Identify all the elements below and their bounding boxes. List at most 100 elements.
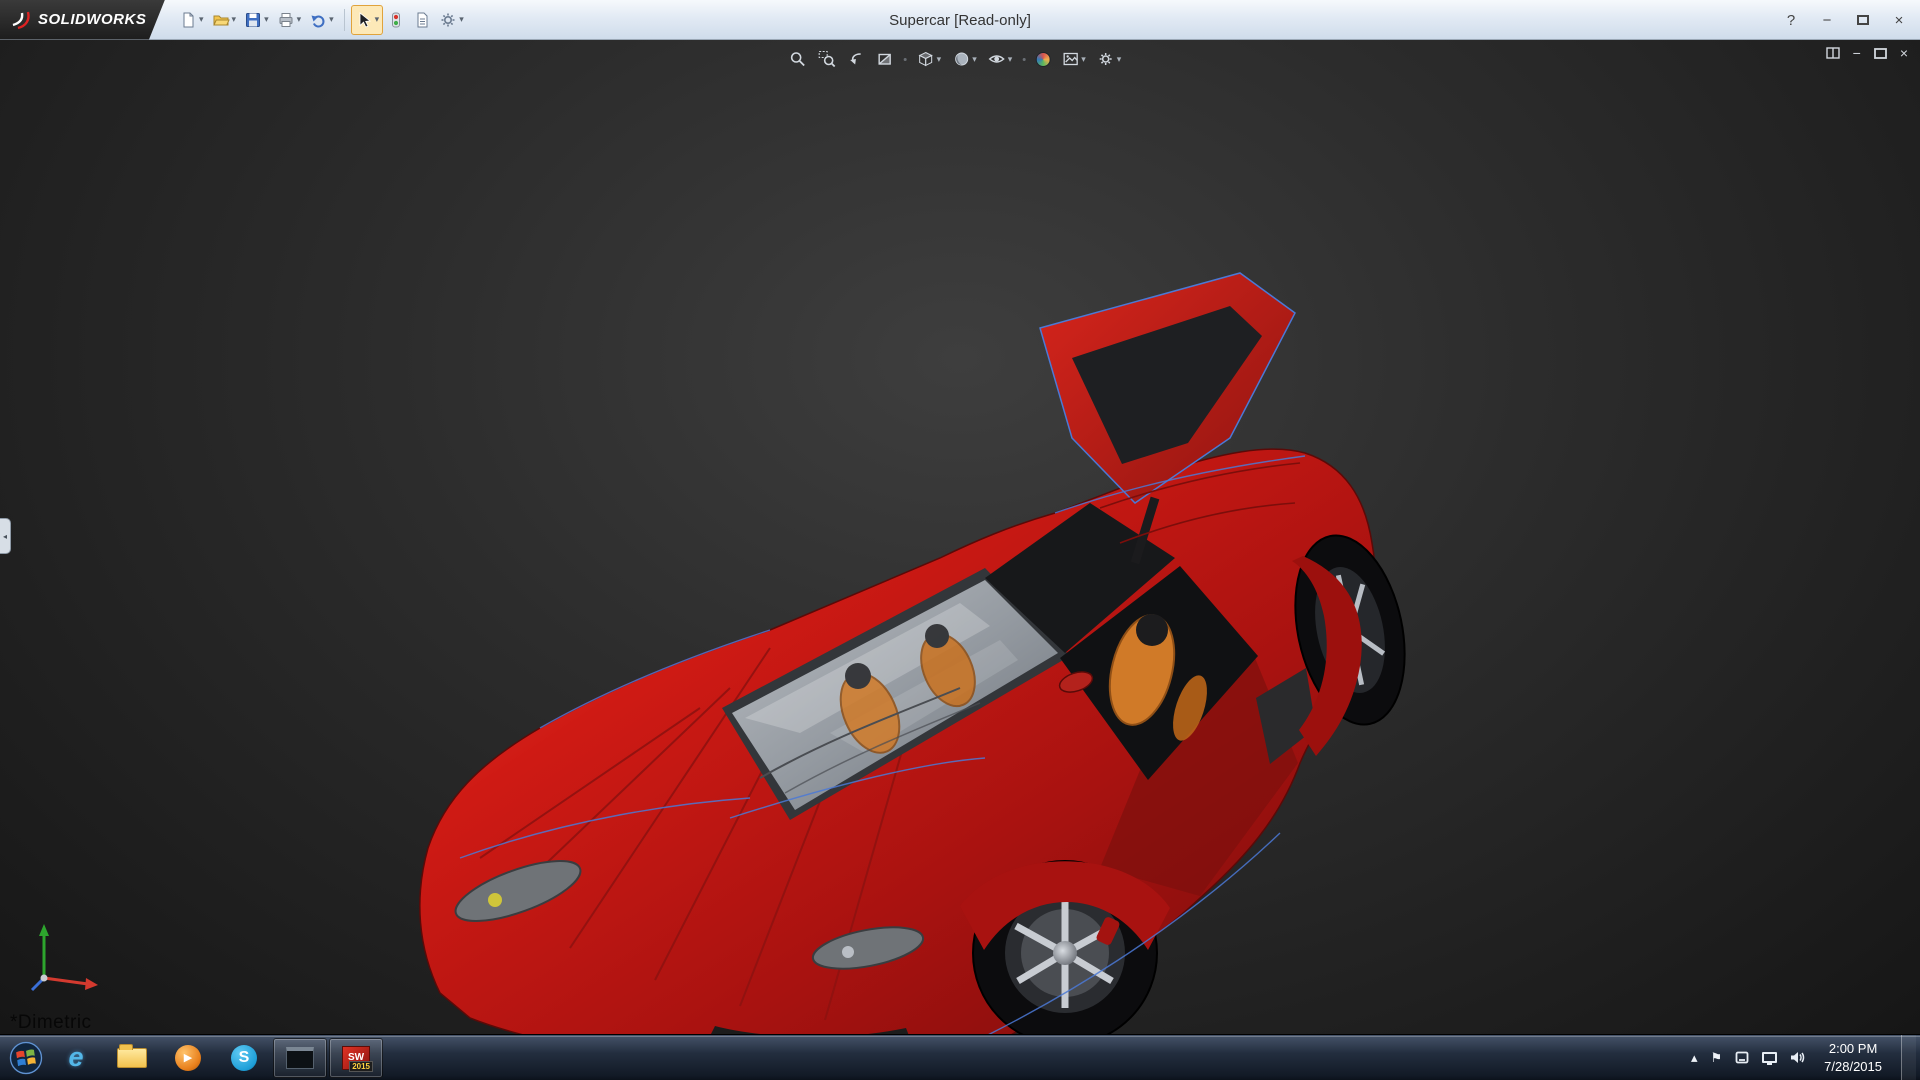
- hide-show-eye-icon: [988, 50, 1006, 68]
- document-maximize-button[interactable]: [1874, 48, 1887, 59]
- solidworks-window: SOLIDWORKS ▾ ▾: [0, 0, 1920, 1080]
- view-settings-icon: [1097, 50, 1115, 68]
- save-icon: [244, 11, 262, 29]
- view-orientation-button[interactable]: ▾: [913, 46, 946, 72]
- system-tray: ▴ ⚑ 2:00 PM 7/28/2015: [1691, 1035, 1920, 1080]
- supercar-3d-render: [400, 258, 1440, 1034]
- device-icon: [1735, 1051, 1749, 1064]
- apply-scene-icon: [1061, 50, 1079, 68]
- document-minimize-button[interactable]: −: [1853, 45, 1861, 61]
- open-button[interactable]: ▾: [208, 5, 241, 35]
- show-hidden-icons-button[interactable]: ▴: [1691, 1050, 1698, 1066]
- edit-appearance-button[interactable]: [1031, 46, 1054, 72]
- new-document-caret[interactable]: ▾: [199, 14, 204, 25]
- options-gear-icon: [439, 11, 457, 29]
- undo-caret[interactable]: ▾: [329, 14, 334, 25]
- undo-button[interactable]: ▾: [305, 5, 338, 35]
- save-caret[interactable]: ▾: [264, 14, 269, 25]
- headsup-separator: [904, 58, 907, 61]
- help-button[interactable]: ?: [1780, 12, 1802, 29]
- volume-icon[interactable]: [1790, 1051, 1805, 1064]
- solidworks-app-icon: SW 2015: [342, 1046, 370, 1070]
- heads-up-view-toolbar: ▾ ▾ ▾: [785, 46, 1126, 72]
- apply-scene-caret[interactable]: ▾: [1081, 54, 1086, 65]
- media-player-icon: ▶: [175, 1045, 201, 1071]
- maximize-icon: [1857, 15, 1869, 25]
- taskbar-internet-explorer[interactable]: e: [49, 1038, 103, 1078]
- device-status-icon[interactable]: [1735, 1051, 1749, 1064]
- view-settings-button[interactable]: ▾: [1093, 46, 1126, 72]
- action-center-flag-icon[interactable]: ⚑: [1711, 1050, 1723, 1066]
- headsup-separator: [1022, 58, 1025, 61]
- view-orientation-caret[interactable]: ▾: [937, 54, 942, 65]
- speaker-icon: [1790, 1051, 1805, 1064]
- windows-taskbar: e ▶ S SW 2015 ▴ ⚑: [0, 1034, 1920, 1080]
- file-properties-button[interactable]: [409, 5, 435, 35]
- taskbar-media-player[interactable]: ▶: [161, 1038, 215, 1078]
- solidworks-logo-text: SOLIDWORKS: [38, 11, 146, 28]
- hide-show-items-button[interactable]: ▾: [984, 46, 1017, 72]
- zoom-to-area-button[interactable]: [814, 46, 840, 72]
- save-button[interactable]: ▾: [240, 5, 273, 35]
- print-button[interactable]: ▾: [273, 5, 306, 35]
- zoom-to-fit-icon: [789, 50, 807, 68]
- split-pane-button[interactable]: [1826, 47, 1840, 59]
- section-view-button[interactable]: [872, 46, 898, 72]
- undo-icon: [309, 11, 327, 29]
- zoom-to-area-icon: [818, 50, 836, 68]
- select-tool-caret[interactable]: ▾: [375, 14, 380, 25]
- previous-view-icon: [847, 50, 865, 68]
- monitor-icon: [1762, 1052, 1777, 1063]
- window-controls: ? − ×: [1780, 0, 1910, 40]
- open-caret[interactable]: ▾: [232, 14, 237, 25]
- main-toolbar: ▾ ▾ ▾: [175, 5, 468, 35]
- document-maximize-icon: [1874, 48, 1887, 59]
- clock-date: 7/28/2015: [1824, 1058, 1882, 1076]
- maximize-button[interactable]: [1852, 12, 1874, 29]
- internet-explorer-icon: e: [68, 1042, 83, 1073]
- previous-view-button[interactable]: [843, 46, 869, 72]
- taskbar-clock[interactable]: 2:00 PM 7/28/2015: [1818, 1040, 1888, 1075]
- panel-toggle-arrow-icon: ◂: [3, 532, 7, 541]
- view-orientation-label: *Dimetric: [10, 1012, 92, 1034]
- windows-start-icon: [9, 1041, 43, 1075]
- document-close-button[interactable]: ×: [1900, 45, 1908, 61]
- title-bar: SOLIDWORKS ▾ ▾: [0, 0, 1920, 40]
- command-window-icon: [286, 1047, 314, 1069]
- new-document-button[interactable]: ▾: [175, 5, 208, 35]
- edit-appearance-ball-icon: [1035, 52, 1050, 67]
- select-tool-button[interactable]: ▾: [351, 5, 384, 35]
- rebuild-button[interactable]: [383, 5, 409, 35]
- options-button[interactable]: ▾: [435, 5, 468, 35]
- taskbar-command-window[interactable]: [273, 1038, 327, 1078]
- solidworks-version-badge: 2015: [349, 1061, 373, 1072]
- new-document-icon: [179, 11, 197, 29]
- hide-show-caret[interactable]: ▾: [1008, 54, 1013, 65]
- skype-icon: S: [231, 1045, 257, 1071]
- taskbar-windows-explorer[interactable]: [105, 1038, 159, 1078]
- folder-icon: [117, 1048, 147, 1068]
- apply-scene-button[interactable]: ▾: [1057, 46, 1090, 72]
- select-cursor-icon: [355, 11, 373, 29]
- window-title: Supercar [Read-only]: [889, 0, 1031, 40]
- taskbar-skype[interactable]: S: [217, 1038, 271, 1078]
- display-style-caret[interactable]: ▾: [972, 54, 977, 65]
- taskbar-solidworks[interactable]: SW 2015: [329, 1038, 383, 1078]
- display-style-button[interactable]: ▾: [948, 46, 981, 72]
- zoom-to-fit-button[interactable]: [785, 46, 811, 72]
- view-settings-caret[interactable]: ▾: [1117, 54, 1122, 65]
- close-button[interactable]: ×: [1888, 12, 1910, 29]
- show-desktop-button[interactable]: [1901, 1035, 1916, 1080]
- solidworks-logo: SOLIDWORKS: [0, 0, 165, 40]
- network-display-icon[interactable]: [1762, 1052, 1777, 1063]
- feature-panel-toggle[interactable]: ◂: [0, 518, 11, 554]
- toolbar-separator: [344, 9, 345, 31]
- options-caret[interactable]: ▾: [459, 14, 464, 25]
- graphics-viewport[interactable]: ▾ ▾ ▾: [0, 40, 1920, 1034]
- open-folder-icon: [212, 11, 230, 29]
- start-button[interactable]: [4, 1036, 48, 1080]
- print-icon: [277, 11, 295, 29]
- print-caret[interactable]: ▾: [297, 14, 302, 25]
- minimize-button[interactable]: −: [1816, 12, 1838, 29]
- clock-time: 2:00 PM: [1824, 1040, 1882, 1058]
